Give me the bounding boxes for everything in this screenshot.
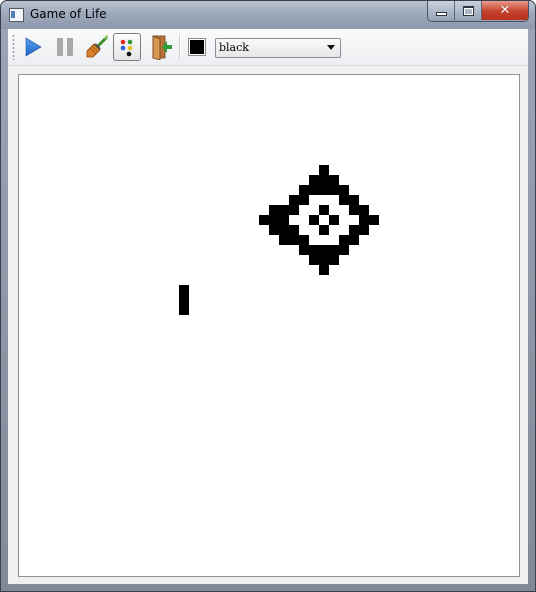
live-cell[interactable] <box>309 185 319 195</box>
live-cell[interactable] <box>319 225 329 235</box>
live-cell[interactable] <box>359 225 369 235</box>
color-swatch-fill <box>190 40 204 54</box>
app-icon <box>9 8 24 22</box>
live-cell[interactable] <box>299 195 309 205</box>
clear-button[interactable] <box>83 33 111 61</box>
toolbar-separator <box>179 35 180 59</box>
live-cell[interactable] <box>289 205 299 215</box>
live-cell[interactable] <box>319 165 329 175</box>
live-cell[interactable] <box>339 195 349 205</box>
live-cell[interactable] <box>299 245 309 255</box>
live-cell[interactable] <box>269 225 279 235</box>
exit-button[interactable] <box>147 33 175 61</box>
live-cell[interactable] <box>309 175 319 185</box>
color-select-value: black <box>219 41 249 54</box>
minimize-button[interactable] <box>428 1 455 20</box>
live-cell[interactable] <box>359 215 369 225</box>
title-bar[interactable]: Game of Life ✕ <box>1 1 535 29</box>
live-cell[interactable] <box>269 215 279 225</box>
chevron-down-icon <box>327 45 335 50</box>
live-cell[interactable] <box>299 185 309 195</box>
maximize-button[interactable] <box>455 1 482 20</box>
color-mode-button[interactable] <box>113 33 141 61</box>
live-cell[interactable] <box>269 205 279 215</box>
close-button[interactable]: ✕ <box>482 1 528 20</box>
live-cell[interactable] <box>359 205 369 215</box>
toolbar-grip[interactable] <box>12 34 15 60</box>
live-cell[interactable] <box>329 185 339 195</box>
live-cell[interactable] <box>369 215 379 225</box>
live-cell[interactable] <box>279 215 289 225</box>
pause-button[interactable] <box>51 33 79 61</box>
live-cell[interactable] <box>289 225 299 235</box>
live-cell[interactable] <box>329 245 339 255</box>
live-cell[interactable] <box>339 185 349 195</box>
live-cell[interactable] <box>289 235 299 245</box>
live-cell[interactable] <box>179 305 189 315</box>
live-cell[interactable] <box>349 235 359 245</box>
live-cell[interactable] <box>279 225 289 235</box>
play-button[interactable] <box>19 33 47 61</box>
live-cell[interactable] <box>179 285 189 295</box>
minimize-icon <box>435 11 447 16</box>
live-cell[interactable] <box>179 295 189 305</box>
live-cell[interactable] <box>279 235 289 245</box>
live-cell[interactable] <box>259 215 269 225</box>
live-cell[interactable] <box>329 255 339 265</box>
live-cell[interactable] <box>349 225 359 235</box>
live-cell[interactable] <box>319 175 329 185</box>
play-icon <box>25 37 42 57</box>
window-title: Game of Life <box>30 7 107 21</box>
live-cell[interactable] <box>349 205 359 215</box>
live-cell[interactable] <box>319 265 329 275</box>
live-cell[interactable] <box>319 245 329 255</box>
live-cell[interactable] <box>309 255 319 265</box>
live-cell[interactable] <box>349 195 359 205</box>
live-cell[interactable] <box>329 215 339 225</box>
toolbar: black <box>8 29 528 66</box>
live-cell[interactable] <box>319 255 329 265</box>
live-cell[interactable] <box>299 235 309 245</box>
pause-icon <box>57 38 73 56</box>
live-cell[interactable] <box>319 205 329 215</box>
live-cell[interactable] <box>289 195 299 205</box>
live-cell[interactable] <box>309 215 319 225</box>
live-cell[interactable] <box>279 205 289 215</box>
color-select[interactable]: black <box>215 38 341 58</box>
live-cell[interactable] <box>319 185 329 195</box>
live-cell[interactable] <box>329 175 339 185</box>
palette-dots-icon <box>120 39 133 57</box>
app-window: Game of Life ✕ black <box>0 0 536 592</box>
live-cell[interactable] <box>339 245 349 255</box>
live-cell[interactable] <box>339 235 349 245</box>
broom-icon <box>86 35 108 58</box>
close-icon: ✕ <box>499 3 511 18</box>
color-swatch[interactable] <box>188 38 206 56</box>
life-board[interactable] <box>19 75 519 576</box>
exit-door-icon <box>152 35 172 60</box>
life-board-frame <box>18 74 520 577</box>
client-area: black <box>8 29 528 584</box>
maximize-icon <box>462 5 474 16</box>
caption-buttons: ✕ <box>427 1 529 22</box>
live-cell[interactable] <box>309 245 319 255</box>
